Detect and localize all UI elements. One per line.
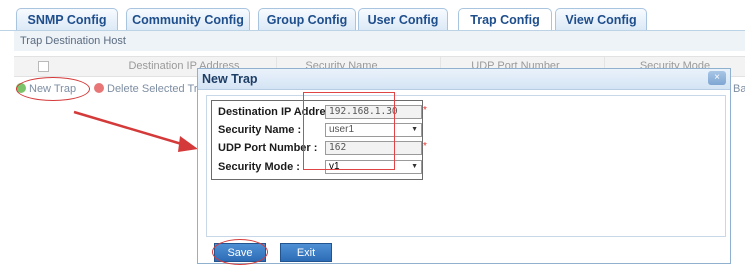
security-mode-value: v1	[329, 161, 340, 172]
new-trap-dialog: New Trap × Destination IP Address : 192.…	[197, 68, 731, 265]
save-button[interactable]: Save	[214, 243, 266, 262]
required-marker: *	[423, 141, 427, 152]
security-mode-select[interactable]: v1 ▼	[325, 160, 422, 174]
chevron-down-icon: ▼	[411, 126, 418, 133]
chevron-down-icon: ▼	[411, 163, 418, 170]
dialog-title: New Trap	[202, 72, 258, 86]
udp-port-input[interactable]: 162	[325, 141, 422, 155]
form-area: Destination IP Address : 192.168.1.30 * …	[206, 95, 726, 237]
udp-port-label: UDP Port Number :	[218, 142, 318, 154]
security-name-value: user1	[329, 124, 355, 135]
dialog-header: New Trap ×	[198, 69, 730, 90]
required-marker: *	[423, 105, 427, 116]
form-fields-box: Destination IP Address : 192.168.1.30 * …	[211, 100, 427, 180]
security-name-label: Security Name :	[218, 124, 302, 136]
security-mode-label: Security Mode :	[218, 161, 300, 173]
security-name-select[interactable]: user1 ▼	[325, 123, 422, 137]
dest-ip-input[interactable]: 192.168.1.30	[325, 105, 422, 119]
close-icon[interactable]: ×	[708, 71, 726, 85]
exit-button[interactable]: Exit	[280, 243, 332, 262]
